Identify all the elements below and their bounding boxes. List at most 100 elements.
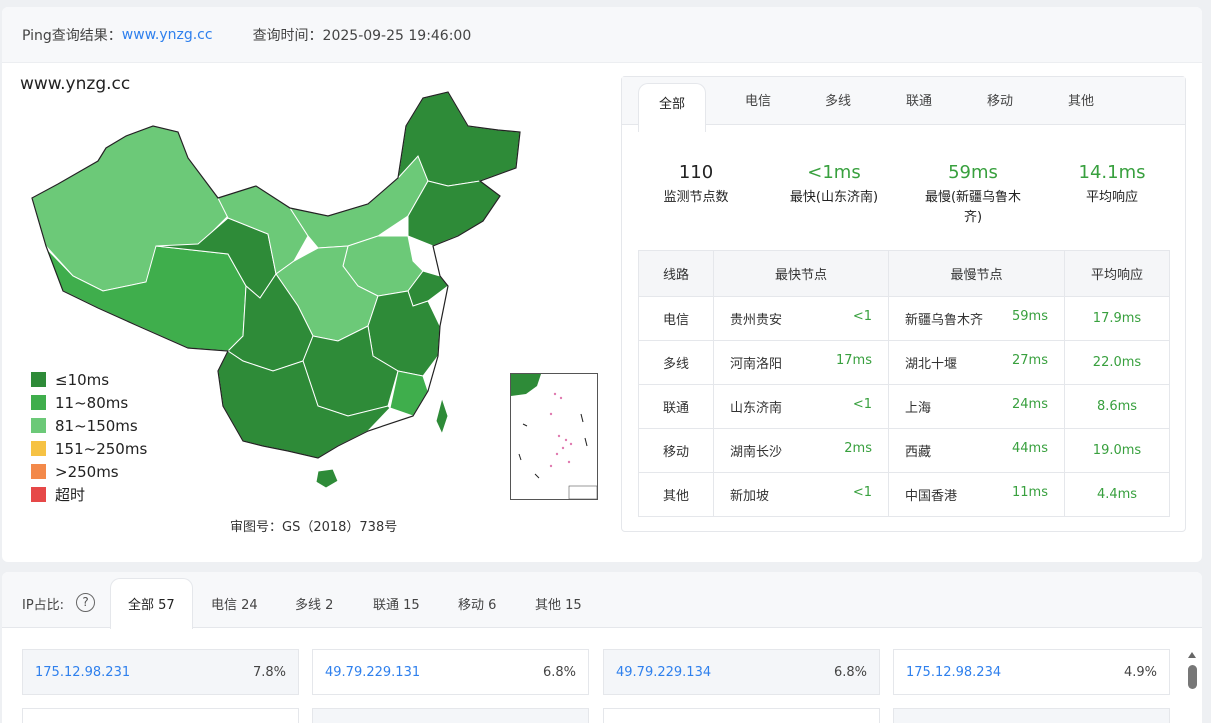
legend-label: 11~80ms — [55, 393, 129, 412]
ip-address: 175.12.98.234 — [906, 664, 1002, 680]
cell-line: 移动 — [638, 428, 714, 473]
tab-other[interactable]: 其他 — [1068, 77, 1094, 125]
slow-ms: 44ms — [1012, 441, 1048, 456]
scrollbar-thumb[interactable] — [1188, 665, 1197, 689]
table-row: 联通 山东济南 <1 上海 24ms 8.6ms — [638, 384, 1170, 429]
domain-link[interactable]: www.ynzg.cc — [122, 27, 213, 43]
slow-node: 湖北十堰 — [905, 357, 958, 372]
south-china-sea-inset — [510, 373, 598, 500]
stat-average: 14.1ms 平均响应 — [1047, 161, 1177, 208]
ip-card[interactable]: 175.12.98.231 7.8% — [22, 649, 299, 695]
table-row: 电信 贵州贵安 <1 新疆乌鲁木齐 59ms 17.9ms — [638, 296, 1170, 341]
fast-ms: <1 — [852, 485, 872, 500]
cell-line: 其他 — [638, 472, 714, 517]
ip-card[interactable] — [603, 708, 880, 723]
ip-card[interactable]: 49.79.229.134 6.8% — [603, 649, 880, 695]
cell-slowest: 西藏 44ms — [888, 428, 1065, 473]
stat-label: 最慢(新疆乌鲁木齐) — [924, 190, 1022, 225]
tab-multiline[interactable]: 多线 — [825, 77, 851, 125]
cell-fastest: 新加坡 <1 — [713, 472, 889, 517]
south-china-sea-map — [511, 374, 598, 500]
ip-tab-multiline[interactable]: 多线 2 — [295, 594, 333, 613]
legend-item: >250ms — [31, 460, 147, 483]
table-row: 多线 河南洛阳 17ms 湖北十堰 27ms 22.0ms — [638, 340, 1170, 385]
col-header-average: 平均响应 — [1064, 250, 1170, 297]
fast-ms: 17ms — [836, 353, 872, 368]
carrier-latency-table: 线路 最快节点 最慢节点 平均响应 电信 贵州贵安 <1 新疆乌鲁木齐 59ms 1… — [638, 250, 1170, 517]
slow-ms: 11ms — [1012, 485, 1048, 500]
cell-slowest: 新疆乌鲁木齐 59ms — [888, 296, 1065, 341]
stat-value: 110 — [678, 162, 714, 183]
ip-share-card: IP占比: ? 全部 57 电信 24 多线 2 联通 15 移动 6 其他 1… — [2, 572, 1202, 723]
legend-swatch — [31, 418, 46, 433]
legend-label: 151~250ms — [55, 439, 148, 458]
legend-swatch — [31, 464, 46, 479]
cell-average: 17.9ms — [1064, 296, 1170, 341]
cell-line: 多线 — [638, 340, 714, 385]
col-header-line: 线路 — [638, 250, 714, 297]
tab-all[interactable]: 全部 — [638, 83, 707, 132]
query-time: 查询时间：2025-09-25 19:46:00 — [252, 27, 472, 44]
cell-fastest: 贵州贵安 <1 — [713, 296, 889, 341]
slow-ms: 24ms — [1012, 397, 1048, 412]
cell-average: 22.0ms — [1064, 340, 1170, 385]
ip-tab-mobile[interactable]: 移动 6 — [458, 594, 496, 613]
cell-fastest: 山东济南 <1 — [713, 384, 889, 429]
slow-ms: 59ms — [1012, 309, 1048, 324]
ip-tab-unicom[interactable]: 联通 15 — [373, 594, 420, 613]
fast-node: 山东济南 — [730, 401, 783, 416]
stat-fastest: <1ms 最快(山东济南) — [769, 161, 899, 208]
region-hainan[interactable] — [315, 468, 339, 489]
ip-percent: 4.9% — [1123, 664, 1157, 680]
ip-address: 49.79.229.134 — [616, 664, 712, 680]
cell-fastest: 河南洛阳 17ms — [713, 340, 889, 385]
legend-item: 81~150ms — [31, 414, 147, 437]
slow-node: 上海 — [905, 401, 932, 416]
ip-tab-other[interactable]: 其他 15 — [535, 594, 582, 613]
fast-ms: 2ms — [844, 441, 872, 456]
ip-share-label: IP占比: — [22, 598, 65, 613]
legend-swatch — [31, 487, 46, 502]
tab-mobile[interactable]: 移动 — [987, 77, 1013, 125]
fast-node: 新加坡 — [730, 489, 770, 504]
legend-label: ≤10ms — [55, 370, 110, 389]
ip-card[interactable] — [893, 708, 1170, 723]
ip-card[interactable]: 175.12.98.234 4.9% — [893, 649, 1170, 695]
col-header-slowest: 最慢节点 — [888, 250, 1065, 297]
help-icon[interactable]: ? — [76, 593, 95, 612]
fast-ms: <1 — [852, 397, 872, 412]
stat-value: 14.1ms — [1078, 162, 1146, 183]
stat-node-count: 110 监测节点数 — [631, 161, 761, 208]
region-inner-mongolia[interactable] — [288, 155, 429, 249]
cell-line: 联通 — [638, 384, 714, 429]
legend-label: 81~150ms — [55, 416, 138, 435]
cell-slowest: 中国香港 11ms — [888, 472, 1065, 517]
region-taiwan[interactable] — [435, 396, 449, 436]
table-row: 移动 湖南长沙 2ms 西藏 44ms 19.0ms — [638, 428, 1170, 473]
slow-node: 西藏 — [905, 445, 932, 460]
latency-legend: ≤10ms 11~80ms 81~150ms 151~250ms >250ms 超时 — [31, 368, 147, 506]
tab-unicom[interactable]: 联通 — [906, 77, 932, 125]
ip-card[interactable] — [312, 708, 589, 723]
stat-label: 最快(山东济南) — [789, 190, 879, 205]
ip-tab-all[interactable]: 全部 57 — [110, 578, 193, 629]
legend-item: 11~80ms — [31, 391, 147, 414]
stat-slowest: 59ms 最慢(新疆乌鲁木齐) — [908, 161, 1038, 228]
legend-swatch — [31, 372, 46, 387]
ip-card[interactable]: 49.79.229.131 6.8% — [312, 649, 589, 695]
ip-address: 175.12.98.231 — [35, 664, 131, 680]
carrier-tabs: 全部 电信 多线 联通 移动 其他 — [622, 77, 1185, 132]
ip-tab-telecom[interactable]: 电信 24 — [211, 594, 258, 613]
stat-label: 监测节点数 — [663, 190, 729, 205]
ip-address: 49.79.229.131 — [325, 664, 421, 680]
cell-slowest: 湖北十堰 27ms — [888, 340, 1065, 385]
scroll-up-arrow-icon[interactable] — [1188, 652, 1196, 658]
result-label: Ping查询结果： — [22, 27, 122, 44]
result-header: Ping查询结果： www.ynzg.cc 查询时间：2025-09-25 19… — [2, 7, 1202, 63]
ip-percent: 6.8% — [833, 664, 867, 680]
tab-telecom[interactable]: 电信 — [745, 77, 771, 125]
fast-ms: <1 — [852, 309, 872, 324]
fast-node: 湖南长沙 — [730, 445, 783, 460]
cell-average: 4.4ms — [1064, 472, 1170, 517]
ip-card[interactable] — [22, 708, 299, 723]
